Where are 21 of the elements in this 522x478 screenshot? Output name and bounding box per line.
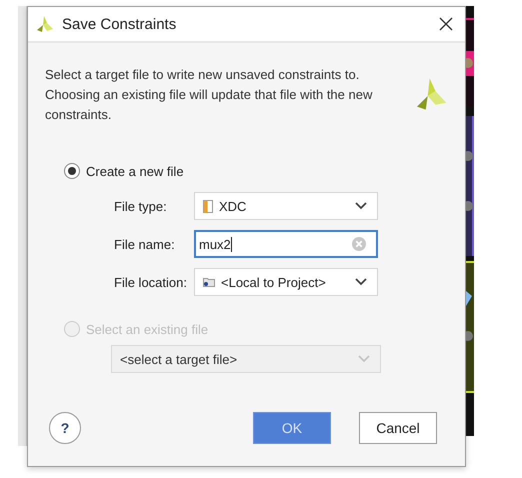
help-button[interactable]: ? <box>49 412 81 444</box>
dropdown[interactable]: <Local to Project> <box>194 268 378 296</box>
dropdown[interactable]: XDC <box>194 192 378 220</box>
logo-icon <box>416 77 447 111</box>
radio-button[interactable] <box>64 163 80 179</box>
folder-icon <box>203 277 215 287</box>
field-label: File location: <box>114 274 188 290</box>
file-name-field[interactable]: mux2 <box>194 230 378 258</box>
cancel-button[interactable]: Cancel <box>359 412 437 444</box>
caret-icon <box>355 202 367 210</box>
file-icon <box>203 200 213 212</box>
field-label: File name: <box>114 236 176 252</box>
close-button[interactable] <box>437 15 455 33</box>
description-text: Select a target file to write new unsaved constraints to. Choosing an existing file will update that file with the new constraints. <box>45 66 374 124</box>
logo-icon <box>36 15 54 33</box>
close-icon <box>439 17 453 31</box>
caret-icon <box>358 355 370 363</box>
field-label: File type: <box>114 198 168 214</box>
caret-icon <box>355 278 367 286</box>
window-title: Save Constraints <box>62 16 178 32</box>
radio-option[interactable]: Create a new file <box>64 160 465 182</box>
